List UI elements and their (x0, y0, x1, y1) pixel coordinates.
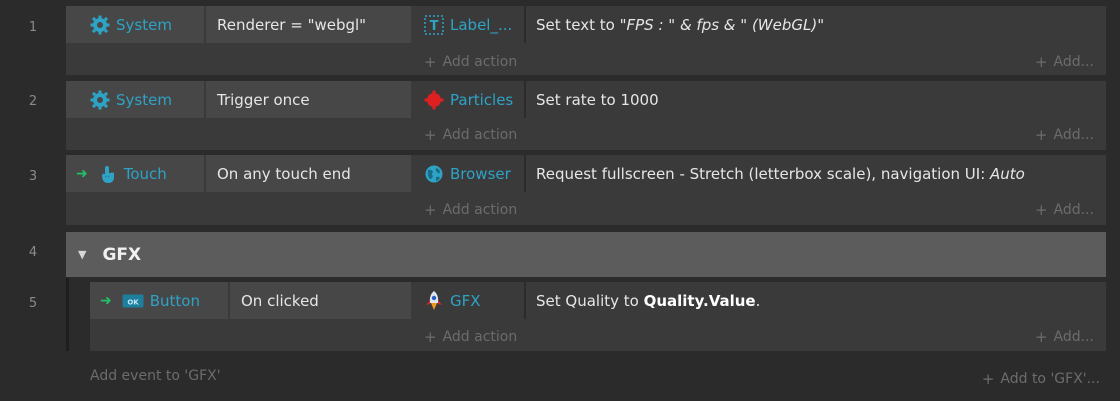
event-number: 1 (28, 20, 38, 35)
action-text-prefix: Request fullscreen - Stretch (letterbox … (536, 164, 991, 183)
plus-icon: + (1034, 53, 1048, 71)
group-title: GFX (102, 244, 142, 265)
plus-icon: + (424, 201, 437, 219)
condition-object-name: System (116, 90, 172, 109)
add-action-label: Add action (442, 54, 518, 70)
trigger-arrow-icon: ➜ (76, 165, 88, 182)
event-block-5[interactable]: ➜ OK Button On clicked GFX Set Quality t… (90, 282, 1106, 351)
plus-icon: + (1034, 201, 1048, 219)
condition-object[interactable]: System (66, 6, 204, 43)
add-action-button[interactable]: + Add action (424, 325, 517, 349)
button-object-icon: OK (122, 294, 144, 307)
text-object-icon: T (424, 14, 444, 35)
condition-object-name: System (116, 15, 172, 34)
event-group-header[interactable]: ▼ GFX (66, 232, 1106, 277)
add-event-to-group[interactable]: Add event to 'GFX' (90, 364, 221, 388)
add-label: Add... (1053, 127, 1094, 143)
plus-icon: + (1034, 328, 1048, 346)
rocket-icon (426, 290, 442, 310)
add-button[interactable]: + Add... (1035, 198, 1094, 222)
action-text[interactable]: Set rate to 1000 (524, 81, 659, 118)
condition-text[interactable]: Trigger once (206, 81, 411, 118)
gear-icon (90, 15, 110, 34)
particles-icon (424, 89, 444, 110)
add-button[interactable]: + Add... (1035, 325, 1094, 349)
add-action-button[interactable]: + Add action (424, 123, 517, 147)
action-object-name: GFX (450, 291, 481, 310)
add-button[interactable]: + Add... (1035, 123, 1094, 147)
condition-object-name: Touch (123, 164, 167, 183)
action-object-name: Browser (450, 164, 511, 183)
plus-icon: + (424, 328, 437, 346)
add-action-label: Add action (442, 329, 518, 345)
condition-object-name: Button (149, 291, 200, 310)
svg-text:T: T (430, 19, 439, 34)
plus-icon: + (1034, 126, 1048, 144)
condition-object[interactable]: ➜ OK Button (90, 282, 228, 319)
action-text[interactable]: Set Quality to Quality.Value. (524, 282, 760, 319)
add-action-button[interactable]: + Add action (424, 198, 517, 222)
add-label: Add... (1053, 329, 1094, 345)
trigger-arrow-icon: ➜ (100, 292, 112, 309)
svg-text:OK: OK (127, 298, 139, 306)
action-text[interactable]: Request fullscreen - Stretch (letterbox … (524, 155, 1025, 192)
add-label: Add... (1053, 202, 1094, 218)
add-button[interactable]: + Add... (1035, 50, 1094, 74)
action-object-name: Particles (450, 90, 514, 109)
plus-icon: + (424, 53, 437, 71)
add-label: Add... (1053, 54, 1094, 70)
event-block-2[interactable]: System Trigger once Particles Set rate t… (66, 81, 1106, 150)
add-action-label: Add action (442, 127, 518, 143)
action-text-italic: Auto (990, 164, 1025, 183)
action-text-prefix: Set text to (536, 15, 620, 34)
action-text-prefix: Set Quality to (536, 291, 644, 310)
add-action-label: Add action (442, 202, 518, 218)
add-to-group-label: Add to 'GFX'... (1000, 371, 1100, 387)
event-block-1[interactable]: System Renderer = "webgl" T Label_... Se… (66, 6, 1106, 75)
action-object[interactable]: Particles (412, 81, 513, 118)
plus-icon: + (981, 370, 995, 388)
triangle-down-icon[interactable]: ▼ (78, 248, 86, 261)
action-text-suffix: . (755, 291, 761, 310)
condition-object[interactable]: System (66, 81, 204, 118)
action-object[interactable]: GFX (412, 282, 481, 319)
action-object-name: Label_... (450, 15, 513, 34)
event-number: 2 (28, 94, 38, 109)
condition-text[interactable]: On any touch end (206, 155, 411, 192)
touch-hand-icon (101, 165, 114, 183)
action-text-bold: Quality.Value (643, 291, 756, 310)
globe-icon (425, 165, 443, 182)
condition-object[interactable]: ➜ Touch (66, 155, 204, 192)
action-object[interactable]: Browser (412, 155, 511, 192)
gear-icon (90, 90, 110, 109)
event-number: 5 (28, 296, 38, 311)
event-block-3[interactable]: ➜ Touch On any touch end Browser Request… (66, 155, 1106, 225)
plus-icon: + (424, 126, 437, 144)
action-object[interactable]: T Label_... (412, 6, 512, 43)
action-text-italic: "FPS : " & fps & " (WebGL)" (619, 15, 825, 34)
condition-text[interactable]: Renderer = "webgl" (206, 6, 411, 43)
add-to-group-button[interactable]: + Add to 'GFX'... (982, 367, 1100, 391)
event-number: 3 (28, 169, 38, 184)
group-indent-line (66, 278, 69, 351)
condition-text[interactable]: On clicked (230, 282, 411, 319)
event-number: 4 (28, 245, 38, 260)
add-action-button[interactable]: + Add action (424, 50, 517, 74)
action-text[interactable]: Set text to "FPS : " & fps & " (WebGL)" (524, 6, 824, 43)
